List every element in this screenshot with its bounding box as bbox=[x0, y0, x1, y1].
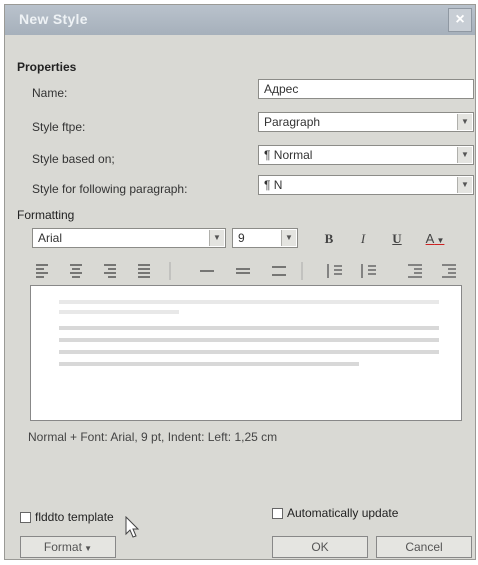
style-preview bbox=[30, 285, 462, 421]
format-button-label: Format bbox=[43, 540, 82, 554]
style-type-combo[interactable]: Paragraph ▼ bbox=[258, 112, 474, 132]
size-combo[interactable]: 9 ▼ bbox=[232, 228, 298, 248]
chevron-down-icon[interactable]: ▼ bbox=[457, 177, 472, 193]
space-before-icon[interactable] bbox=[327, 264, 342, 278]
justify-icon[interactable] bbox=[138, 264, 150, 278]
format-button[interactable]: Format ▼ bbox=[20, 536, 116, 558]
style-description: Normal + Font: Arial, 9 pt, Indent: Left… bbox=[28, 430, 278, 444]
style-type-value: Paragraph bbox=[264, 115, 321, 129]
chevron-down-icon: ▼ bbox=[81, 544, 93, 553]
close-button[interactable]: × bbox=[448, 8, 472, 32]
name-field[interactable]: Адрес bbox=[258, 79, 474, 99]
decrease-indent-icon[interactable] bbox=[408, 264, 422, 278]
auto-update-checkbox[interactable]: Automatically update bbox=[272, 506, 398, 520]
chevron-down-icon[interactable]: ▼ bbox=[209, 230, 224, 246]
formatting-heading: Formatting bbox=[17, 208, 75, 222]
mouse-cursor-icon bbox=[125, 516, 140, 538]
checkbox-icon[interactable] bbox=[272, 508, 283, 520]
auto-update-label: Automatically update bbox=[287, 506, 399, 520]
chevron-down-icon: ▼ bbox=[434, 236, 445, 245]
font-color-label: A bbox=[425, 231, 435, 246]
add-to-template-checkbox[interactable]: flddto template bbox=[20, 510, 114, 524]
add-to-template-label: flddto template bbox=[35, 510, 114, 524]
preview-line bbox=[59, 350, 439, 354]
ok-button[interactable]: OK bbox=[272, 536, 368, 558]
one-half-spacing-icon[interactable] bbox=[236, 268, 250, 274]
title-bar: New Style × bbox=[5, 5, 475, 35]
font-color-button[interactable]: A ▼ bbox=[420, 229, 450, 249]
font-combo[interactable]: Arial ▼ bbox=[32, 228, 226, 248]
underline-button[interactable]: U bbox=[386, 229, 408, 249]
following-value: ¶ N bbox=[264, 178, 283, 192]
based-on-combo[interactable]: ¶ Normal ▼ bbox=[258, 145, 474, 165]
chevron-down-icon[interactable]: ▼ bbox=[281, 230, 296, 246]
preview-line bbox=[59, 338, 439, 342]
preview-line bbox=[59, 310, 179, 314]
chevron-down-icon[interactable]: ▼ bbox=[457, 114, 472, 130]
name-label: Name: bbox=[32, 86, 68, 100]
align-right-icon[interactable] bbox=[104, 264, 116, 278]
increase-indent-icon[interactable] bbox=[442, 264, 456, 278]
style-type-label: Style ftpe: bbox=[32, 120, 86, 134]
based-on-value: ¶ Normal bbox=[264, 148, 313, 162]
italic-button[interactable]: I bbox=[352, 229, 374, 249]
align-center-icon[interactable] bbox=[70, 264, 82, 278]
size-value: 9 bbox=[238, 231, 245, 245]
based-on-label: Style based on; bbox=[32, 152, 115, 166]
double-spacing-icon[interactable] bbox=[272, 266, 286, 276]
chevron-down-icon[interactable]: ▼ bbox=[457, 147, 472, 163]
bold-button[interactable]: B bbox=[318, 229, 340, 249]
preview-line bbox=[59, 300, 439, 304]
space-after-icon[interactable] bbox=[361, 264, 376, 278]
preview-line bbox=[59, 326, 439, 330]
following-combo[interactable]: ¶ N ▼ bbox=[258, 175, 474, 195]
preview-line bbox=[59, 362, 359, 366]
paragraph-toolbar bbox=[36, 262, 456, 280]
window-title: New Style bbox=[19, 11, 88, 27]
cancel-button[interactable]: Cancel bbox=[376, 536, 472, 558]
align-left-icon[interactable] bbox=[36, 264, 48, 278]
following-label: Style for following paragraph: bbox=[32, 182, 188, 196]
checkbox-icon[interactable] bbox=[20, 512, 31, 524]
properties-heading: Properties bbox=[17, 60, 77, 74]
font-value: Arial bbox=[38, 231, 63, 245]
